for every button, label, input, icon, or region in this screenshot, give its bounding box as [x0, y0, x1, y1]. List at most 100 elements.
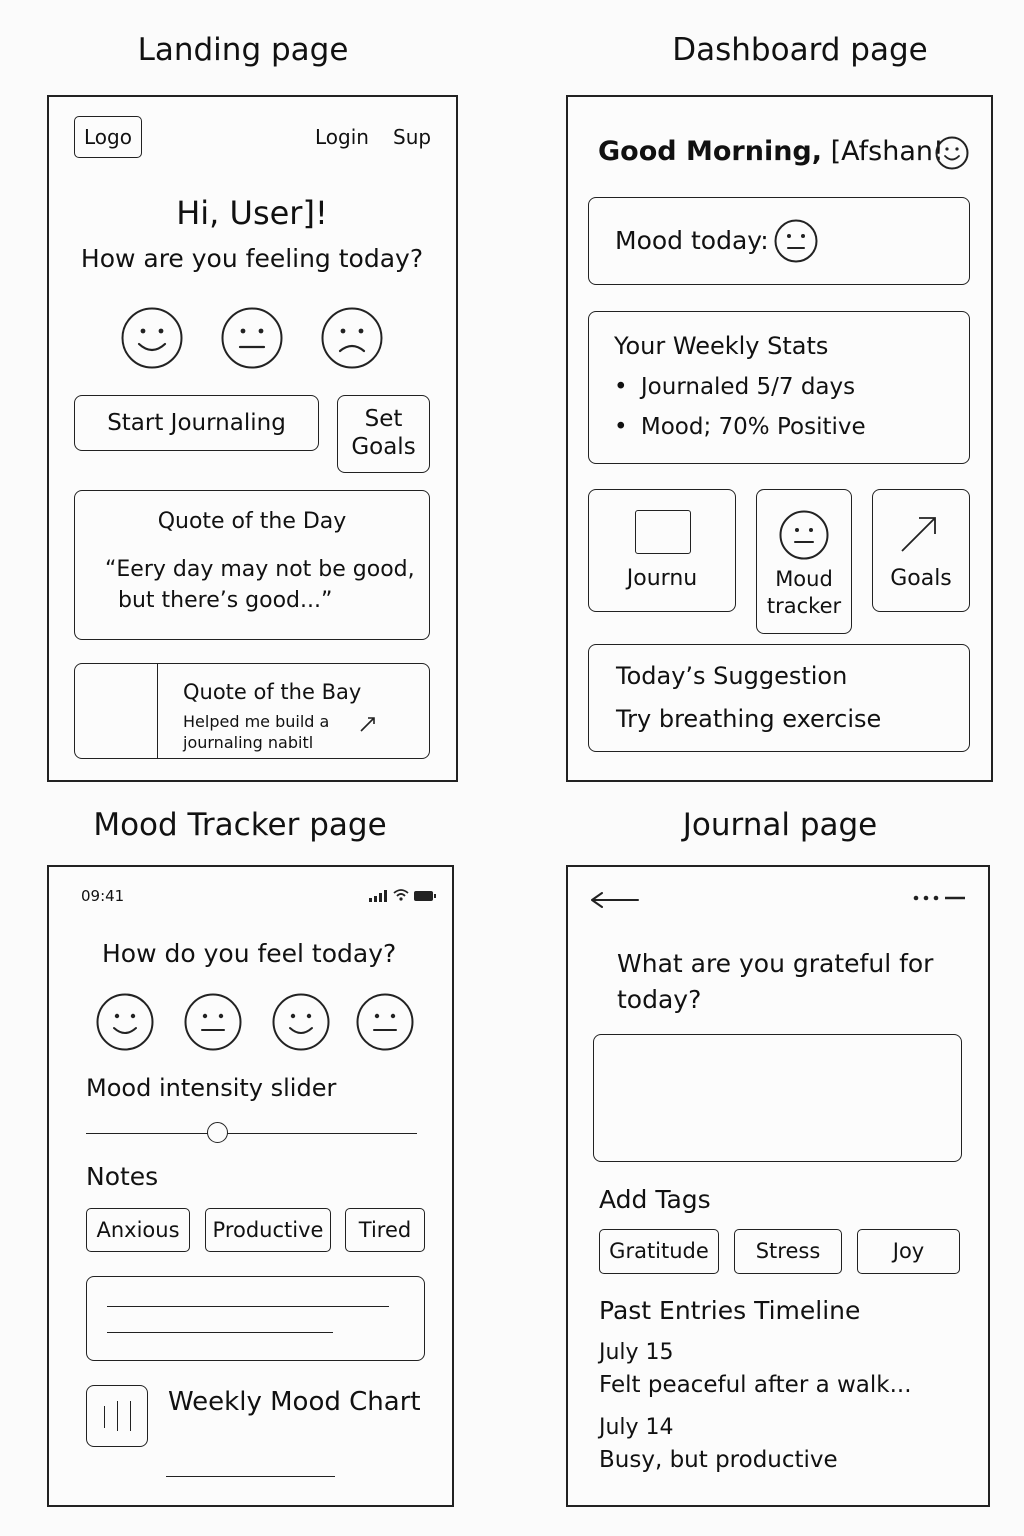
logo-label: Logo [84, 125, 132, 149]
testimonial-image-placeholder [157, 664, 158, 758]
journal-icon [635, 510, 691, 554]
chart-bar [104, 1406, 105, 1428]
testimonial-card[interactable]: Quote of the Bay Helped me build a journ… [74, 663, 430, 759]
entry-date: July 14 [599, 1415, 674, 1440]
notes-line [107, 1306, 389, 1307]
sad-face-icon[interactable] [321, 307, 383, 369]
mood-today-label: Mood today: [615, 226, 769, 255]
chart-bar [117, 1401, 118, 1431]
set-goals-label-line1: Set [364, 406, 403, 432]
mood-today-card[interactable]: Mood today: [588, 197, 970, 285]
tag-anxious[interactable]: Anxious [86, 1208, 190, 1252]
tag-stress[interactable]: Stress [734, 1229, 842, 1274]
greeting-bold: Good Morning, [598, 136, 823, 167]
chart-bar [130, 1401, 131, 1431]
tag-joy[interactable]: Joy [857, 1229, 960, 1274]
suggestion-title: Today’s Suggestion [616, 662, 848, 690]
tag-gratitude-label: Gratitude [609, 1239, 709, 1263]
suggestion-card[interactable]: Today’s Suggestion Try breathing exercis… [588, 644, 970, 752]
slider-thumb[interactable] [207, 1122, 228, 1143]
smile-face-icon[interactable] [272, 993, 330, 1051]
neutral-face-icon[interactable] [356, 993, 414, 1051]
greeting-name: [Afshan! [830, 136, 944, 167]
notes-label: Notes [86, 1162, 159, 1191]
stat-item-journaled-text: Journaled 5/7 days [640, 374, 856, 400]
timeline-title: Past Entries Timeline [599, 1296, 861, 1325]
dashboard-page-title: Dashboard page [672, 32, 928, 68]
stat-item-mood: • Mood; 70% Positive [614, 414, 866, 440]
back-arrow-icon[interactable] [590, 890, 640, 910]
quote-of-the-day-card: Quote of the Day “Eery day may not be go… [74, 490, 430, 640]
login-link[interactable]: Login [315, 125, 369, 149]
testimonial-text-line1: Helped me build a [183, 712, 330, 731]
goals-tile[interactable]: Goals [872, 489, 970, 612]
entry-text[interactable]: Felt peaceful after a walk... [599, 1372, 912, 1398]
landing-greeting: Hi, User]! [176, 194, 328, 232]
quote-text-line1: “Eery day may not be good, [105, 557, 415, 582]
landing-page-title: Landing page [137, 32, 349, 68]
battery-icon [414, 891, 436, 901]
journal-prompt-line1: What are you grateful for [617, 949, 934, 978]
happy-face-icon[interactable] [121, 307, 183, 369]
testimonial-title: Quote of the Bay [183, 680, 362, 704]
smile-face-icon[interactable] [935, 136, 969, 170]
weekly-mood-chart-label[interactable]: Weekly Mood Chart [168, 1387, 421, 1417]
weekly-stats-title: Your Weekly Stats [614, 332, 829, 360]
smile-face-icon[interactable] [96, 993, 154, 1051]
arrow-up-right-icon [360, 717, 375, 732]
tag-stress-label: Stress [755, 1239, 821, 1263]
mood-tracker-page-title: Mood Tracker page [93, 807, 387, 843]
journal-tile-label: Journu [626, 566, 698, 591]
mood-tracker-tile[interactable]: Moud tracker [756, 489, 852, 634]
journal-page-title: Journal page [682, 807, 878, 843]
mood-tile-label-line1: Moud [775, 567, 833, 591]
tag-productive-label: Productive [212, 1218, 324, 1242]
more-menu-icon[interactable] [912, 893, 967, 903]
status-bar-time: 09:41 [81, 887, 125, 905]
journal-tile[interactable]: Journu [588, 489, 736, 612]
neutral-face-icon[interactable] [184, 993, 242, 1051]
mood-tile-label-line2: tracker [766, 594, 842, 618]
goals-tile-label: Goals [890, 566, 952, 591]
signal-icon [369, 890, 387, 902]
stat-item-mood-text: Mood; 70% Positive [640, 414, 866, 440]
journal-entry-textarea[interactable] [593, 1034, 962, 1162]
arrow-up-right-icon [901, 517, 936, 552]
tag-joy-label: Joy [892, 1239, 925, 1263]
add-tags-label: Add Tags [599, 1185, 711, 1214]
wifi-icon [393, 889, 409, 901]
entry-date: July 15 [599, 1340, 674, 1365]
weekly-stats-card: Your Weekly Stats • Journaled 5/7 days •… [588, 311, 970, 464]
slider-label: Mood intensity slider [86, 1074, 337, 1102]
dashboard-greeting: Good Morning, [Afshan! [598, 136, 944, 167]
tag-anxious-label: Anxious [96, 1218, 180, 1242]
testimonial-text-line2: journaling nabitl [183, 733, 314, 752]
tag-tired-label: Tired [358, 1218, 412, 1242]
tag-productive[interactable]: Productive [205, 1208, 331, 1252]
neutral-face-icon[interactable] [221, 307, 283, 369]
quote-card-title: Quote of the Day [157, 509, 347, 534]
suggestion-text: Try breathing exercise [616, 705, 882, 733]
neutral-face-icon [774, 219, 818, 263]
stat-item-journaled: • Journaled 5/7 days [614, 374, 856, 400]
logo[interactable]: Logo [74, 116, 142, 158]
mood-intensity-slider[interactable] [86, 1122, 417, 1146]
set-goals-label-line2: Goals [351, 434, 416, 460]
tag-gratitude[interactable]: Gratitude [599, 1229, 719, 1274]
chart-underline [166, 1476, 335, 1477]
quote-text-line2: but there’s good...” [118, 588, 333, 613]
smile-face-icon [779, 510, 829, 560]
notes-textarea[interactable] [86, 1276, 425, 1361]
start-journaling-button[interactable]: Start Journaling [74, 395, 319, 451]
landing-question: How are you feeling today? [80, 244, 424, 273]
slider-track [86, 1133, 417, 1134]
entry-text[interactable]: Busy, but productive [599, 1447, 838, 1473]
start-journaling-label: Start Journaling [107, 410, 286, 436]
bar-chart-icon[interactable] [86, 1385, 148, 1447]
set-goals-button[interactable]: Set Goals [337, 395, 430, 473]
journal-prompt-line2: today? [617, 985, 702, 1014]
tag-tired[interactable]: Tired [345, 1208, 425, 1252]
signup-link[interactable]: Sup [393, 125, 431, 149]
notes-line [107, 1332, 333, 1333]
mood-question: How do you feel today? [102, 939, 397, 968]
